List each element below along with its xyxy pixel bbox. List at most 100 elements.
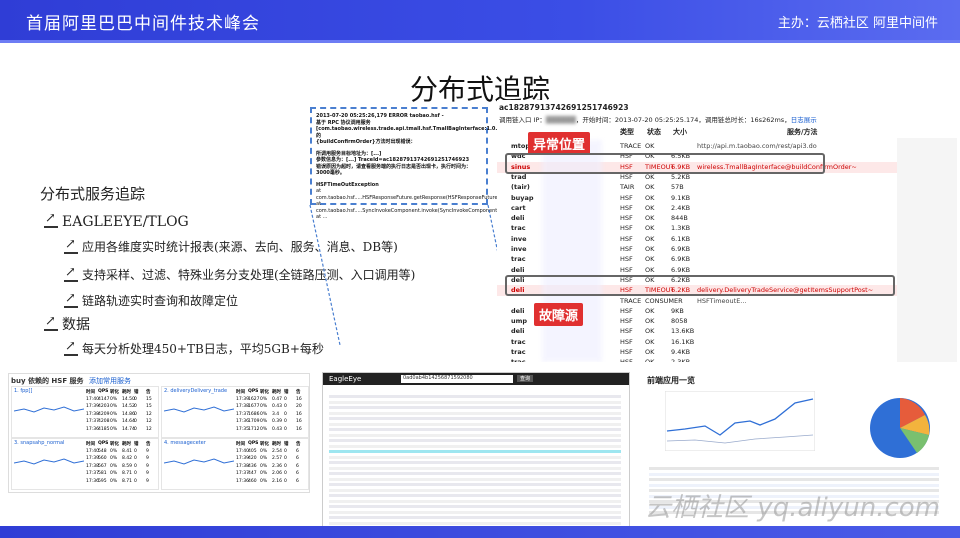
hsf-dependency-panel: buy 依赖的 HSF 服务 添加常用服务 1. fpp[] 时间 QPS 转化 耗时错… (8, 373, 310, 493)
mini-stats-cell: 14.64 (122, 419, 135, 424)
mini-chart-card: 4. messageceter 时间 QPS 转化 耗时错告 17:40 405 0% 2.54… (161, 438, 309, 490)
mini-stats-row: 17:40 548 0% 8.41 0 9 (86, 449, 158, 457)
trace-row-name: trac (511, 224, 526, 233)
eagleeye-row (329, 455, 621, 459)
mini-stats-cell: 0% (260, 448, 268, 454)
add-service-link[interactable]: 添加常用服务 (89, 377, 131, 385)
mini-stats-cell: 17:37 (236, 411, 249, 417)
mini-stats-cell: 耗时 (272, 442, 281, 447)
trace-row-name: trac (511, 337, 526, 346)
eagleeye-row (329, 466, 621, 470)
mini-line-chart (164, 406, 234, 413)
mini-stats-cell: 17:36 (236, 419, 249, 424)
trace-row-type: HSF (620, 358, 633, 362)
mini-stats-cell: 转化 (260, 442, 269, 447)
trace-row-type: HSF (620, 327, 633, 336)
mini-stats-cell: 0 (134, 396, 137, 402)
trend-arrow-icon (64, 265, 78, 282)
col-type: 类型 (620, 128, 634, 136)
mini-stats-cell: 17:39 (86, 404, 99, 409)
mini-stats-cell: 4185 (98, 426, 110, 432)
mini-stats-cell: 17:38 (236, 404, 249, 409)
trace-row-status: OK (645, 142, 655, 150)
mini-stats-cell: 0% (260, 456, 268, 461)
trend-arrow-icon (64, 339, 78, 356)
eagleeye-search-button[interactable]: 查询 (517, 375, 534, 382)
frontend-row (649, 467, 939, 470)
sponsor-label: 主办：云栖社区 阿里中间件 (777, 16, 938, 31)
mini-stats-table: 时间 QPS 转化 耗时错告 17:40 548 0% 8.41 0 9 17:39 560 0% 8.4… (86, 441, 158, 486)
mini-stats-cell: 0 (284, 419, 287, 424)
mini-stats-cell: 548 (98, 448, 107, 454)
mini-chart-title: 4. messageceter (164, 440, 206, 446)
conference-title: 首届阿里巴巴中间件技术峰会 (26, 14, 260, 34)
eagleeye-row (329, 472, 621, 475)
mini-stats-cell: 20 (296, 404, 302, 409)
trace-row-status: OK (645, 348, 655, 356)
trace-row-status: OK (645, 337, 655, 346)
mini-stats-row: 17:36 1709 0% 0.39 0 16 (236, 419, 308, 427)
trace-row-name: deli (511, 327, 525, 336)
slide-footer (0, 526, 960, 538)
log-link[interactable]: 日志展示 (791, 116, 817, 124)
panel-title-text: buy 依赖的 HSF 服务 (11, 377, 84, 385)
mini-stats-cell: 耗时 (272, 390, 281, 395)
mini-stats-cell: 0% (260, 463, 268, 469)
eagleeye-logo: EagleEye (329, 375, 362, 383)
mini-stats-cell: 436 (248, 463, 257, 469)
eagleeye-row (329, 428, 621, 431)
eagleeye-row (329, 444, 621, 448)
eagleeye-search-input[interactable]: 0ad0ab4b14256871592080 (401, 375, 513, 383)
mini-stats-cell: 17:37 (86, 471, 99, 476)
trace-row-size: 6.1KB (671, 234, 691, 243)
mini-stats-cell: 4208 (98, 419, 110, 424)
mini-stats-cell: 14.74 (122, 426, 135, 432)
mini-stats-cell: 14.52 (122, 404, 135, 409)
mini-line-chart (164, 458, 234, 465)
mini-stats-row: 17:35 1712 0% 0.43 0 16 (236, 427, 308, 435)
mini-stats-row: 17:38 436 0% 2.36 0 6 (236, 464, 308, 472)
mini-stats-cell: 17:36 (86, 478, 99, 484)
eagleeye-row (329, 499, 621, 503)
mini-stats-cell: 4209 (98, 411, 110, 417)
eagleeye-row (329, 516, 621, 519)
trace-row-status: OK (645, 358, 654, 362)
trace-row-service: http://api.m.taobao.com/rest/api3.do (697, 142, 817, 150)
mini-stats-cell: 581 (98, 471, 107, 476)
mini-stats-cell: 1686 (248, 411, 260, 417)
mini-line-chart (14, 406, 84, 413)
mini-stats-cell: 0 (134, 411, 137, 417)
mini-stats-cell: 8.59 (122, 463, 133, 469)
eagleeye-row (329, 406, 621, 409)
trace-row-type: HSF (620, 337, 633, 346)
trace-row-size: 2.3KB (671, 358, 690, 362)
mini-stats-cell: 0% (110, 463, 118, 469)
trace-row-size: 57B (671, 183, 684, 192)
trend-arrow-icon (44, 211, 58, 228)
mini-stats-cell: 告 (146, 442, 151, 447)
mini-stats-cell: QPS (98, 441, 109, 446)
mini-stats-cell: 告 (296, 442, 301, 447)
mini-stats-row: 17:37 4208 0% 14.64 0 12 (86, 419, 158, 427)
mini-stats-cell: 0% (110, 411, 118, 417)
mini-stats-cell: 17:40 (236, 448, 249, 454)
trace-row-type: HSF (620, 245, 633, 253)
bullet-label: EAGLEEYE/TLOG (62, 214, 189, 230)
trace-row-status: OK (645, 203, 655, 212)
root-cause-callout: 故障源 (534, 303, 584, 326)
mini-stats-cell: 0 (134, 426, 137, 432)
mini-stats-cell: 转化 (110, 390, 119, 395)
eagleeye-panel: EagleEye 0ad0ab4b14256871592080 查询 (322, 372, 630, 529)
trace-row-type: HSF (620, 193, 633, 202)
mini-stats-cell: 0% (110, 419, 118, 424)
trace-row-name: trac (511, 255, 526, 264)
trend-arrow-icon (64, 291, 78, 308)
trace-row-size: 6.9KB (671, 245, 691, 253)
trace-row-status: OK (645, 255, 655, 264)
mini-stats-row: 17:38 1677 0% 0.43 0 20 (236, 404, 308, 412)
mini-stats-cell: 2.54 (272, 448, 283, 454)
trace-row-name: trac (511, 348, 526, 356)
mini-stats-cell: 8.42 (122, 456, 133, 461)
mini-stats-cell: 6 (296, 478, 299, 484)
timeline-column (897, 138, 957, 362)
